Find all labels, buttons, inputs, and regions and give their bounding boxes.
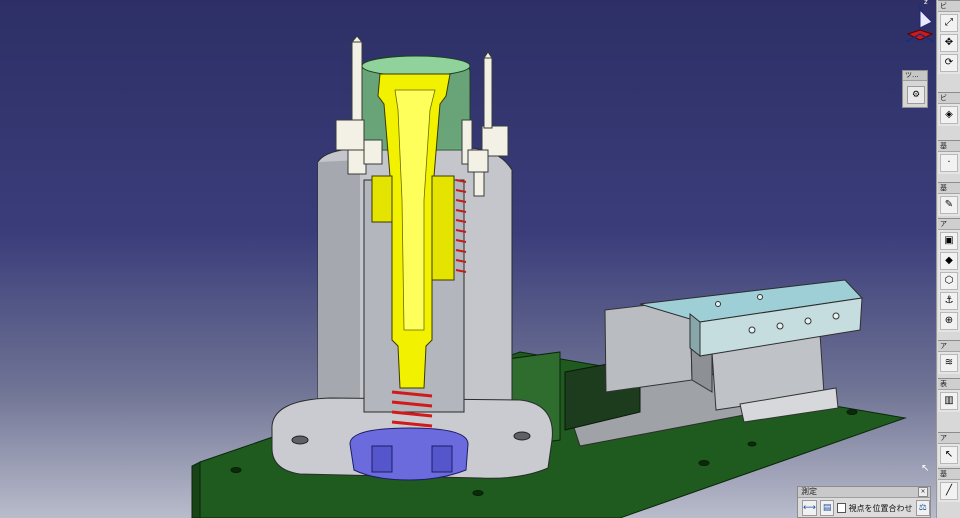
sketch-icon: ✎ [944, 199, 954, 210]
tool-button[interactable]: ⚙ [907, 86, 925, 104]
toolbar-group-header: 表 [938, 379, 960, 390]
toolbar-group-header: ア [938, 219, 960, 230]
fit-all-button[interactable]: ⤢ [940, 14, 958, 32]
flange-hole-right [513, 431, 531, 441]
compass-icon[interactable] [900, 0, 936, 46]
component-button[interactable]: ⬡ [940, 272, 958, 290]
constraint-icon: ⊕ [944, 315, 954, 326]
toolbar-group-table[interactable]: 表 ▥ [938, 378, 960, 412]
measure-item-icon: ▤ [822, 503, 832, 513]
housing-shadow [318, 160, 360, 436]
right-toolbar: ビ ⤢ ✥ ⟳ ビ ◈ 基 · 基 ✎ ア ▣ ◆ ⬡ ⚓ ⊕ ア ≋ 表 ▥ … [936, 0, 960, 518]
measure-toolbar-title: 測定 [801, 487, 817, 496]
product-button[interactable]: ▣ [940, 232, 958, 250]
measure-between-icon: ⟷ [803, 503, 816, 513]
mouse-cursor-icon: ↖ [921, 463, 930, 474]
yellow-sleeve [371, 175, 393, 223]
close-button[interactable]: × [918, 487, 928, 497]
pan-button[interactable]: ✥ [940, 34, 958, 52]
toolbar-group-header: 基 [938, 469, 960, 480]
graph-icon: ▥ [944, 395, 954, 406]
line-icon: ╱ [945, 485, 953, 496]
inertia-icon: ⚖ [918, 503, 927, 513]
base-plate-front [191, 461, 201, 518]
inertia-button[interactable]: ⚖ [915, 500, 930, 516]
floating-toolbar-header: ツ... [903, 71, 927, 81]
point-button[interactable]: · [940, 154, 958, 172]
compass-axis-label: z [924, 0, 928, 6]
compass-widget[interactable]: z [900, 0, 936, 46]
align-view-checkbox[interactable] [837, 503, 846, 513]
select-button[interactable]: ↖ [940, 446, 958, 464]
fit-all-icon: ⤢ [945, 17, 953, 28]
green-tube-rim [361, 55, 471, 77]
rotate-icon: ⟳ [944, 57, 954, 68]
blue-nut-right [431, 445, 453, 473]
toolbar-group-header: ア [938, 433, 960, 444]
select-icon: ↖ [944, 449, 954, 460]
analysis-icon: ≋ [944, 357, 954, 368]
toolbar-group-assembly[interactable]: ア ▣ ◆ ⬡ ⚓ ⊕ [938, 218, 960, 332]
analysis-button[interactable]: ≋ [940, 354, 958, 372]
toolbar-group-basic-3[interactable]: 基 ╱ [938, 468, 960, 502]
measure-item-button[interactable]: ▤ [819, 500, 835, 516]
part-icon: ◆ [945, 255, 953, 266]
gear-icon: ⚙ [911, 90, 921, 100]
graph-button[interactable]: ▥ [940, 392, 958, 410]
toolbar-group-header: ビ [938, 1, 960, 12]
toolbar-group-basic-2[interactable]: 基 ✎ [938, 182, 960, 216]
align-view-label: 視点を位置合わせ [848, 503, 913, 513]
3d-viewport[interactable] [0, 0, 935, 518]
blue-nut-left [371, 445, 393, 473]
rotate-button[interactable]: ⟳ [940, 54, 958, 72]
toolbar-group-header: 基 [938, 141, 960, 152]
yellow-sleeve-right [431, 175, 455, 281]
toolbar-group-select[interactable]: ア ↖ [938, 432, 960, 466]
sketch-button[interactable]: ✎ [940, 196, 958, 214]
toolbar-group-basic-1[interactable]: 基 · [938, 140, 960, 174]
toolbar-group-header: ビ [938, 93, 960, 104]
flange-hole-left [291, 435, 309, 445]
constraint-button[interactable]: ⊕ [940, 312, 958, 330]
fix-button[interactable]: ⚓ [940, 292, 958, 310]
catia-window: z ツ... ⚙ ビ ⤢ ✥ ⟳ ビ ◈ 基 · 基 ✎ ア ▣ ◆ ⬡ ⚓ ⊕… [0, 0, 960, 518]
fix-icon: ⚓ [944, 295, 954, 306]
slide-end [689, 312, 701, 358]
measure-between-button[interactable]: ⟷ [802, 500, 817, 516]
floating-toolbar[interactable]: ツ... ⚙ [902, 70, 928, 108]
product-icon: ▣ [944, 235, 954, 246]
toolbar-group-analysis[interactable]: ア ≋ [938, 340, 960, 374]
toolbar-group-header: ア [938, 341, 960, 352]
measure-toolbar[interactable]: 測定 × ⟷ ▤ 視点を位置合わせ ⚖ [797, 486, 931, 518]
view-mode-button[interactable]: ◈ [940, 106, 958, 124]
component-icon: ⬡ [944, 275, 954, 286]
toolbar-group-header: 基 [938, 183, 960, 194]
toolbar-group-view[interactable]: ビ ⤢ ✥ ⟳ [938, 0, 960, 74]
pan-icon: ✥ [944, 37, 954, 48]
toolbar-group-view-mode[interactable]: ビ ◈ [938, 92, 960, 126]
part-button[interactable]: ◆ [940, 252, 958, 270]
point-icon: · [947, 157, 951, 168]
view-mode-icon: ◈ [945, 109, 953, 120]
assembly-model[interactable] [0, 0, 935, 518]
line-button[interactable]: ╱ [940, 482, 958, 500]
